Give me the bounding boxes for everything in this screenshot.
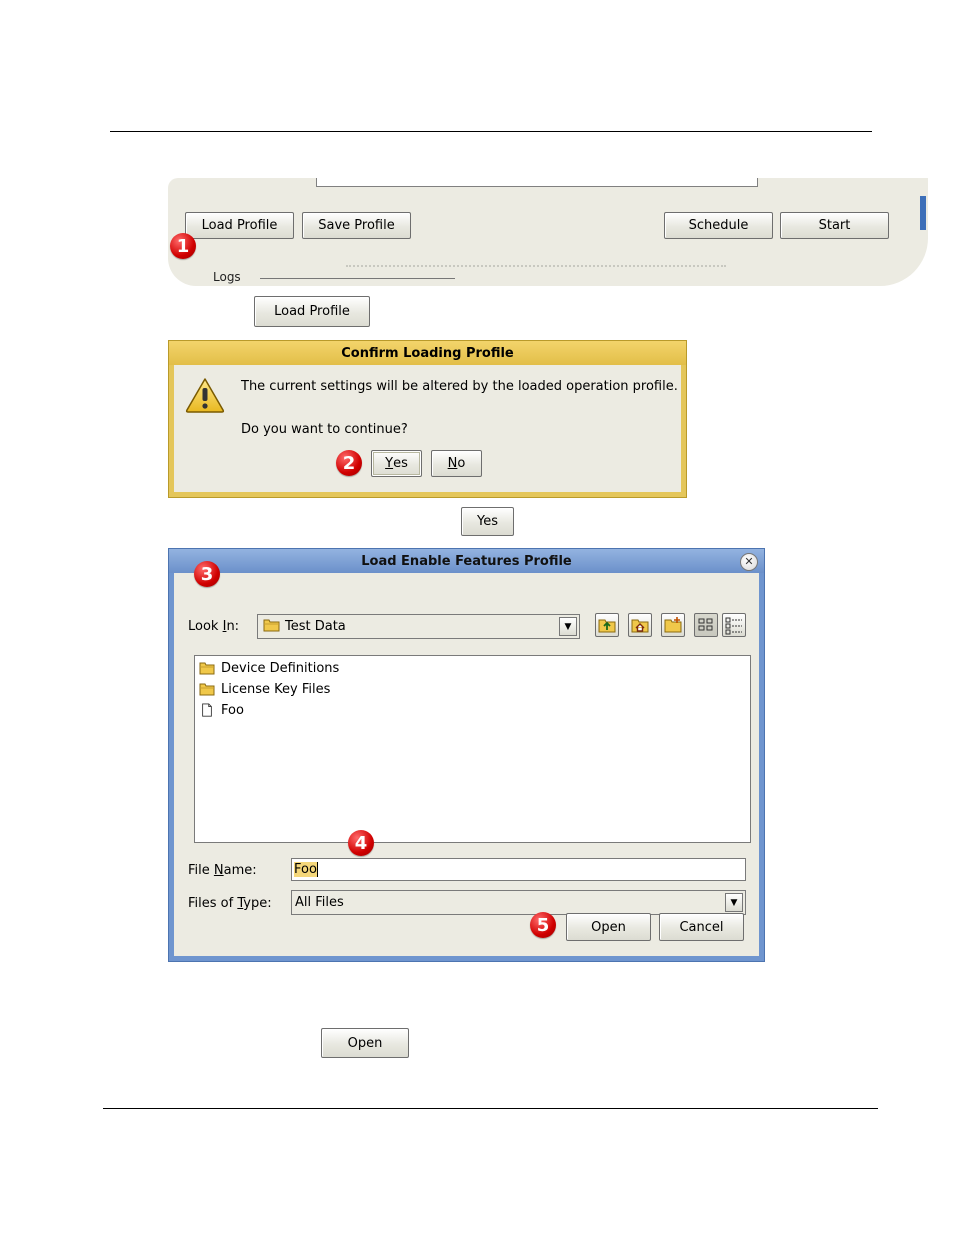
scrollbar-edge [920,196,926,230]
file-list[interactable]: Device Definitions License Key Files Foo [194,655,751,843]
dialog-body: The current settings will be altered by … [174,365,681,492]
file-name-label: File Name: [188,863,257,878]
list-item[interactable]: Device Definitions [199,658,339,678]
close-icon[interactable]: ✕ [740,553,758,571]
yes-button[interactable]: Yes [371,450,422,477]
look-in-value: Test Data [285,619,346,634]
details-view-icon[interactable] [722,613,746,637]
yes-label-rest: es [393,456,408,471]
logs-label: Logs [213,270,241,284]
home-icon[interactable] [628,613,652,637]
file-name-value: Foo [294,862,318,877]
folder-icon [199,683,215,696]
new-folder-icon[interactable] [661,613,685,637]
yes-mnemonic: Y [385,456,394,471]
chevron-down-icon[interactable]: ▼ [559,617,577,636]
no-button[interactable]: No [431,450,482,477]
cancel-button[interactable]: Cancel [659,913,744,941]
folder-icon [263,618,280,636]
save-profile-button[interactable]: Save Profile [302,212,411,239]
folder-icon [199,662,215,675]
confirm-question: Do you want to continue? [241,422,408,437]
step-badge-1: 1 [170,233,196,259]
top-rule [110,131,872,132]
load-profile-button[interactable]: Load Profile [185,212,294,239]
list-item[interactable]: License Key Files [199,679,330,699]
logs-group-border [260,278,455,279]
look-in-label: Look In: [188,619,240,634]
load-enable-features-dialog: Load Enable Features Profile ✕ Look In: … [168,548,765,962]
no-label-rest: o [457,456,466,471]
dialog-title: Load Enable Features Profile [169,549,764,573]
up-folder-icon[interactable] [595,613,619,637]
confirm-message: The current settings will be altered by … [241,379,678,394]
confirm-loading-dialog: Confirm Loading Profile The current sett… [168,340,687,498]
files-of-type-combo[interactable]: All Files ▼ [291,890,746,915]
open-button[interactable]: Open [566,913,651,941]
file-name-field[interactable]: Foo [291,858,746,881]
no-mnemonic: N [447,456,458,471]
schedule-button[interactable]: Schedule [664,212,773,239]
yes-button-inline[interactable]: Yes [461,507,514,536]
text-field-edge [316,178,758,187]
file-icon [202,703,212,717]
chevron-down-icon[interactable]: ▼ [725,893,743,912]
bottom-rule [103,1108,878,1109]
dialog-body: Look In: Test Data ▼ Device Definitions … [174,573,759,956]
step-badge-2: 2 [336,450,362,476]
look-in-combo[interactable]: Test Data ▼ [257,614,580,639]
step-badge-4: 4 [348,830,374,856]
dialog-title: Confirm Loading Profile [169,341,686,365]
start-button[interactable]: Start [780,212,889,239]
step-badge-5: 5 [530,912,556,938]
list-item[interactable]: Foo [199,700,244,720]
files-of-type-value: All Files [295,895,344,910]
load-profile-button-inline[interactable]: Load Profile [254,296,370,327]
files-of-type-label: Files of Type: [188,896,272,911]
open-button-inline[interactable]: Open [321,1028,409,1058]
list-view-icon[interactable] [694,613,718,637]
warning-icon [185,377,225,417]
step-badge-3: 3 [194,561,220,587]
divider [346,265,726,267]
